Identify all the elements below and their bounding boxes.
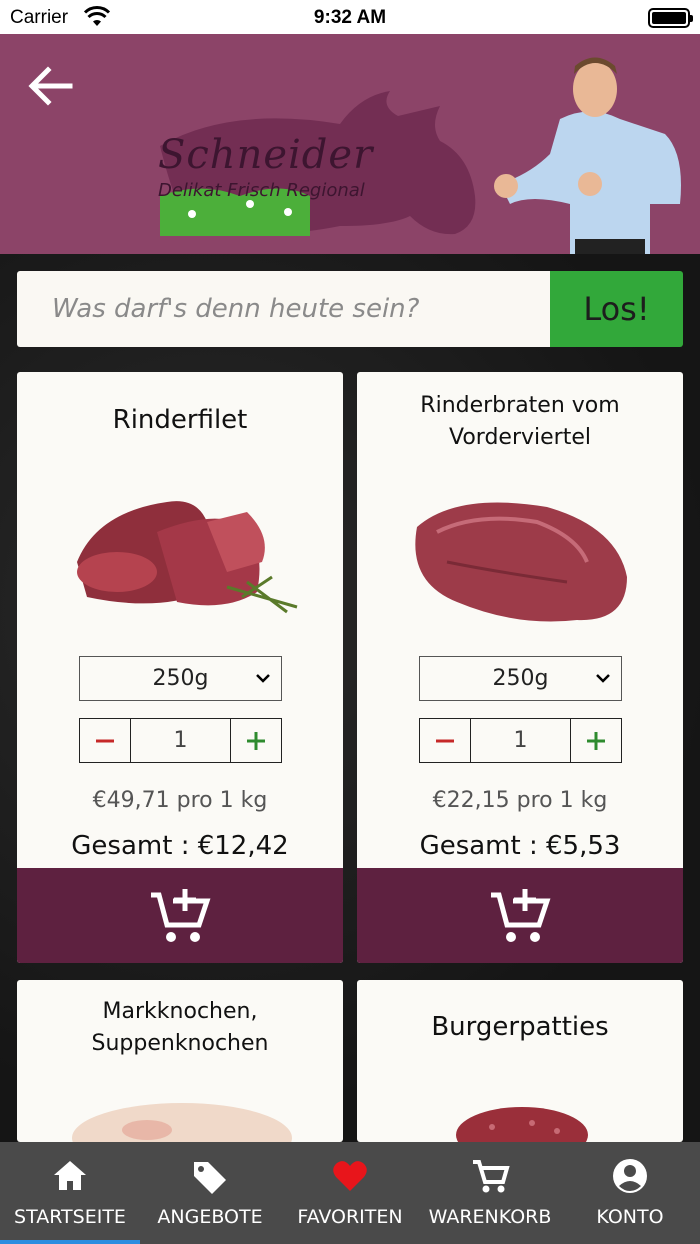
add-to-cart-button[interactable]: [17, 868, 343, 963]
burger-patties-image: [456, 1107, 588, 1142]
tab-label: KONTO: [596, 1206, 664, 1228]
add-to-cart-icon: [491, 888, 551, 942]
tab-label: STARTSEITE: [14, 1206, 126, 1228]
search-button[interactable]: Los!: [550, 271, 683, 347]
logo-subtitle: Delikat Frisch Regional: [158, 180, 365, 201]
beef-roast-image: [415, 502, 627, 622]
bottom-tab-bar: STARTSEITE ANGEBOTE FAVORITEN WARENKORB …: [0, 1142, 700, 1244]
back-arrow-icon[interactable]: [22, 58, 78, 114]
chevron-down-icon: [256, 674, 270, 683]
logo-title: Schneider: [158, 132, 374, 178]
quantity-stepper: 1: [419, 718, 622, 763]
increase-quantity-button[interactable]: [570, 719, 621, 762]
total-price: Gesamt : €12,42: [71, 831, 289, 861]
unit-price: €49,71 pro 1 kg: [92, 788, 268, 813]
plus-icon: [587, 731, 605, 750]
quantity-stepper: 1: [79, 718, 282, 763]
tab-warenkorb[interactable]: WARENKORB: [420, 1142, 560, 1244]
increase-quantity-button[interactable]: [230, 719, 281, 762]
status-bar: Carrier 9:32 AM: [0, 0, 700, 34]
home-icon: [54, 1161, 86, 1190]
decrease-quantity-button[interactable]: [80, 719, 131, 762]
account-icon: [613, 1159, 647, 1193]
product-card: Rinderbraten vom Vorderviertel 250g 1 €2…: [357, 372, 683, 963]
search-input[interactable]: Was darf's denn heute sein?: [17, 271, 550, 347]
add-to-cart-button[interactable]: [357, 868, 683, 963]
app-header: Schneider Delikat Frisch Regional: [0, 34, 700, 254]
plus-icon: [247, 731, 265, 750]
beef-fillet-image: [77, 501, 298, 614]
butcher-portrait-image: [494, 57, 681, 254]
tab-konto[interactable]: KONTO: [560, 1142, 700, 1244]
product-title: Burgerpatties: [431, 1012, 609, 1042]
tab-label: ANGEBOTE: [157, 1206, 263, 1228]
brand-logo: Schneider Delikat Frisch Regional: [140, 86, 490, 254]
weight-select[interactable]: 250g: [419, 656, 622, 701]
product-title: Rinderbraten vom Vorderviertel: [420, 393, 620, 450]
chevron-down-icon: [596, 674, 610, 683]
add-to-cart-icon: [151, 888, 211, 942]
tab-angebote[interactable]: ANGEBOTE: [140, 1142, 280, 1244]
quantity-value[interactable]: 1: [471, 719, 570, 762]
battery-icon: [648, 8, 693, 28]
tab-label: FAVORITEN: [297, 1206, 403, 1228]
unit-price: €22,15 pro 1 kg: [432, 788, 608, 813]
product-title: Markknochen, Suppenknochen: [91, 999, 269, 1056]
marrow-bone-image: [72, 1103, 292, 1142]
tab-favoriten[interactable]: FAVORITEN: [280, 1142, 420, 1244]
tab-label: WARENKORB: [428, 1206, 552, 1228]
heart-icon: [333, 1161, 367, 1191]
total-price: Gesamt : €5,53: [419, 831, 621, 861]
clock: 9:32 AM: [313, 7, 387, 28]
minus-icon: [436, 739, 454, 742]
product-card: Markknochen, Suppenknochen: [17, 980, 343, 1142]
weight-select[interactable]: 250g: [79, 656, 282, 701]
minus-icon: [96, 739, 114, 742]
product-card: Burgerpatties: [357, 980, 683, 1142]
quantity-value[interactable]: 1: [131, 719, 230, 762]
weight-select-value: 250g: [152, 666, 209, 691]
tag-icon: [194, 1162, 226, 1194]
search-bar: Was darf's denn heute sein? Los!: [17, 271, 683, 347]
decrease-quantity-button[interactable]: [420, 719, 471, 762]
cart-icon: [473, 1160, 510, 1193]
product-card: Rinderfilet 250g 1 €49,71 pro 1 kg Gesam…: [17, 372, 343, 963]
tab-startseite[interactable]: STARTSEITE: [0, 1142, 140, 1244]
product-title: Rinderfilet: [112, 405, 248, 435]
weight-select-value: 250g: [492, 666, 549, 691]
